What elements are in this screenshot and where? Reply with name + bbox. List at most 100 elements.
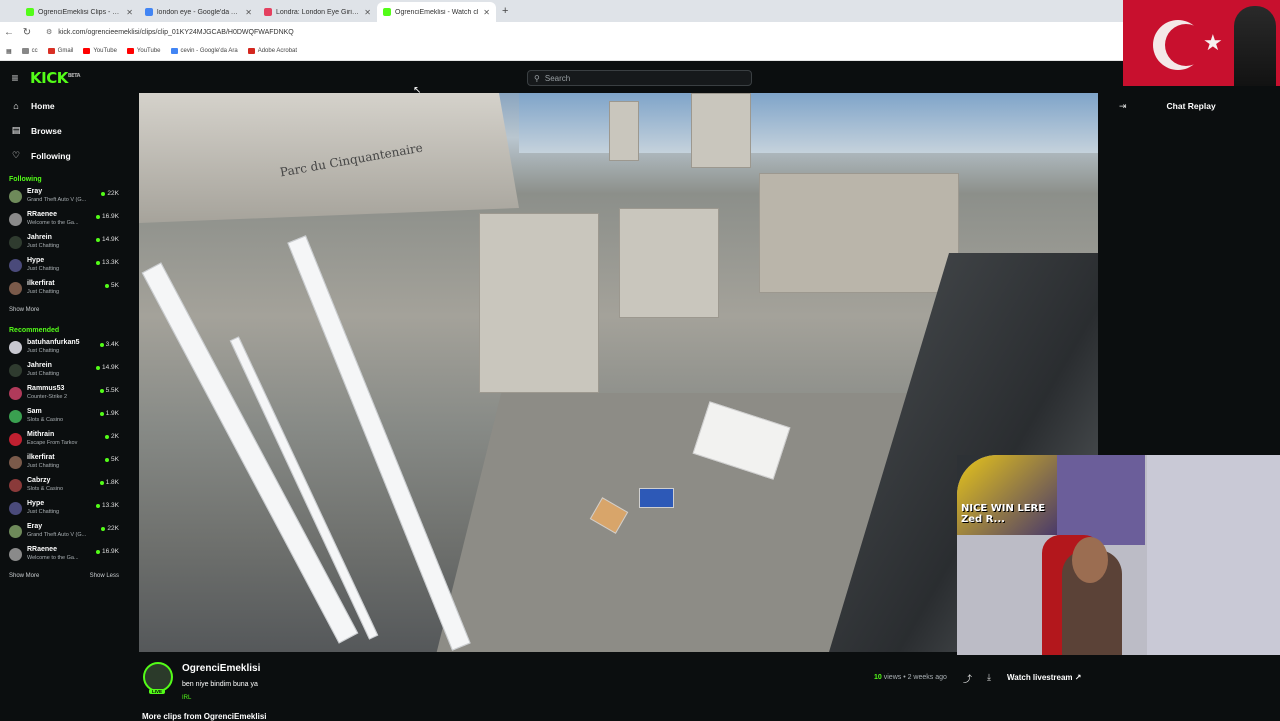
- reload-icon[interactable]: ↻: [18, 27, 36, 38]
- viewer-count: 13.3K: [96, 259, 119, 266]
- browser-tab[interactable]: OgrenciEmeklisi Clips - Watch ✕: [20, 2, 139, 22]
- sidebar-channel[interactable]: Sam Slots & Casino 1.9K: [0, 406, 128, 429]
- channel-category: Just Chatting: [27, 289, 60, 295]
- bookmark-item[interactable]: YouTube: [126, 48, 161, 54]
- kick-logo[interactable]: KICKBETA: [30, 69, 80, 87]
- sidebar-channel[interactable]: Jahrein Just Chatting 14.9K: [0, 232, 128, 255]
- tab-title: london eye - Google'da Ara: [157, 8, 242, 16]
- sidebar-channel[interactable]: Jahrein Just Chatting 14.9K: [0, 360, 128, 383]
- show-less-button[interactable]: Show Less: [90, 567, 119, 585]
- live-badge: LIVE: [149, 689, 166, 694]
- share-icon[interactable]: ⤴: [963, 672, 972, 685]
- viewer-count: 22K: [101, 525, 119, 532]
- channel-name: Eray: [27, 188, 43, 195]
- menu-icon[interactable]: ≡: [0, 71, 30, 85]
- poster-image: NICE WIN LERE Zed R...: [957, 455, 1057, 535]
- viewer-count: 22K: [101, 190, 119, 197]
- browser-tab[interactable]: OgrenciEmeklisi - Watch cl ✕: [377, 2, 496, 22]
- close-tab-icon[interactable]: ✕: [126, 8, 133, 17]
- live-dot-icon: [105, 457, 110, 462]
- bookmark-favicon-icon: [247, 48, 255, 54]
- sidebar-channel[interactable]: RRaenee Welcome to the Ga... 16.9K: [0, 544, 128, 567]
- apps-icon[interactable]: ▦: [6, 48, 12, 55]
- star-icon: ★: [1203, 30, 1223, 55]
- channel-category: Counter-Strike 2: [27, 394, 68, 400]
- bookmark-item[interactable]: YouTube: [83, 48, 117, 54]
- viewer-count: 13.3K: [96, 502, 119, 509]
- bookmark-favicon-icon: [170, 48, 178, 54]
- portrait-image: [1234, 6, 1276, 86]
- channel-name: Jahrein: [27, 362, 52, 369]
- url-text: kick.com/ogrencieemeklisi/clips/clip_01K…: [58, 28, 294, 36]
- close-tab-icon[interactable]: ✕: [245, 8, 252, 17]
- bookmarks-bar: ▦ cc Gmail YouTube YouTube cevin - Google'da…: [0, 42, 1123, 61]
- show-more-button[interactable]: Show More: [9, 567, 39, 585]
- close-tab-icon[interactable]: ✕: [364, 8, 371, 17]
- bookmark-item[interactable]: cevin - Google'da Ara: [170, 48, 238, 54]
- viewer-count: 5K: [105, 282, 119, 289]
- sidebar-channel[interactable]: Mithrain Escape From Tarkov 2K: [0, 429, 128, 452]
- sidebar-channel[interactable]: ilkerfirat Just Chatting 5K: [0, 452, 128, 475]
- sidebar-channel[interactable]: Hype Just Chatting 13.3K: [0, 498, 128, 521]
- sidebar-channel[interactable]: Rammus53 Counter-Strike 2 5.5K: [0, 383, 128, 406]
- sidebar-nav-following[interactable]: ♡ Following: [0, 143, 128, 168]
- bookmark-item[interactable]: Adobe Acrobat: [247, 48, 297, 54]
- sidebar-channel[interactable]: Hype Just Chatting 13.3K: [0, 255, 128, 278]
- show-more-following[interactable]: Show More: [0, 301, 128, 319]
- live-dot-icon: [96, 214, 100, 219]
- clip-category[interactable]: IRL: [182, 695, 191, 701]
- collapse-chat-icon[interactable]: ⇥: [1119, 101, 1127, 112]
- browser-tab[interactable]: london eye - Google'da Ara ✕: [139, 2, 258, 22]
- channel-name: Rammus53: [27, 385, 65, 392]
- channel-avatar: [9, 236, 22, 249]
- live-dot-icon: [96, 260, 100, 265]
- following-section-title: Following: [9, 176, 42, 183]
- back-icon[interactable]: ←: [0, 27, 18, 38]
- sidebar-channel[interactable]: batuhanfurkan5 Just Chatting 3.4K: [0, 337, 128, 360]
- bookmark-favicon-icon: [126, 48, 134, 54]
- channel-name: Mithrain: [27, 431, 55, 438]
- channel-name: Hype: [27, 257, 45, 264]
- channel-name: Eray: [27, 523, 43, 530]
- live-dot-icon: [96, 503, 100, 508]
- webcam-flag-overlay: ★: [1123, 0, 1280, 86]
- site-info-icon[interactable]: ⚙: [46, 28, 52, 36]
- channel-avatar: [9, 364, 22, 377]
- channel-avatar: [9, 548, 22, 561]
- sidebar-channel[interactable]: Eray Grand Theft Auto V (G... 22K: [0, 521, 128, 544]
- sidebar-channel[interactable]: RRaenee Welcome to the Ga... 16.9K: [0, 209, 128, 232]
- video-building: [619, 208, 719, 318]
- search-icon: ⚲: [534, 73, 540, 83]
- live-dot-icon: [101, 526, 106, 531]
- viewer-count: 2K: [105, 433, 119, 440]
- search-input[interactable]: ⚲ Search: [527, 70, 752, 86]
- close-tab-icon[interactable]: ✕: [483, 8, 490, 17]
- url-field[interactable]: ⚙ kick.com/ogrencieemeklisi/clips/clip_0…: [46, 28, 294, 37]
- live-dot-icon: [99, 411, 104, 416]
- sidebar-channel[interactable]: Eray Grand Theft Auto V (G... 22K: [0, 186, 128, 209]
- channel-name: Jahrein: [27, 234, 52, 241]
- channel-avatar: [9, 433, 22, 446]
- new-tab-button[interactable]: +: [502, 5, 508, 17]
- bookmark-item[interactable]: cc: [21, 48, 38, 54]
- channel-avatar[interactable]: [143, 662, 173, 692]
- sidebar-nav-home[interactable]: ⌂ Home: [0, 93, 128, 118]
- sidebar-channel[interactable]: ilkerfirat Just Chatting 5K: [0, 278, 128, 301]
- tab-title: Londra: London Eye Giriş Bileti: [276, 8, 360, 16]
- channel-avatar: [9, 479, 22, 492]
- sidebar-channel[interactable]: Cabrzy Slots & Casino 1.8K: [0, 475, 128, 498]
- download-icon[interactable]: ⤓: [987, 672, 991, 683]
- sidebar-nav-browse[interactable]: ▤ Browse: [0, 118, 128, 143]
- bookmark-favicon-icon: [83, 48, 91, 54]
- video-player[interactable]: Parc du Cinquantenaire: [139, 93, 1098, 652]
- channel-name[interactable]: OgrenciEmeklisi: [182, 663, 260, 674]
- channel-name: Hype: [27, 500, 45, 507]
- video-tower: [691, 93, 751, 168]
- bookmark-item[interactable]: Gmail: [47, 48, 73, 54]
- viewer-count: 3.4K: [99, 341, 119, 348]
- watch-livestream-button[interactable]: Watch livestream ↗: [1007, 673, 1081, 682]
- viewer-count: 1.8K: [99, 479, 119, 486]
- live-dot-icon: [105, 283, 110, 288]
- bookmark-favicon-icon: [47, 48, 55, 54]
- browser-tab[interactable]: Londra: London Eye Giriş Bileti ✕: [258, 2, 377, 22]
